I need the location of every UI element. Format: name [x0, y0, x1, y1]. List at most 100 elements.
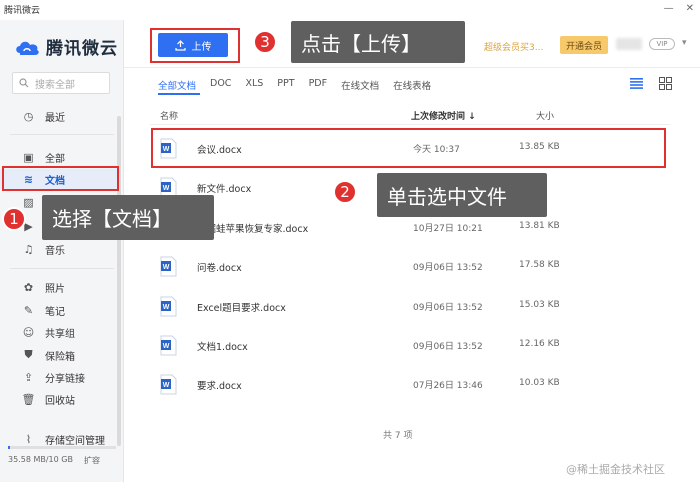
svg-text:W: W — [163, 343, 170, 350]
sidebar-item-all[interactable]: ▣ 全部 — [0, 147, 118, 167]
file-name: 新文件.docx — [197, 184, 252, 195]
file-name: 文档1.docx — [197, 342, 248, 353]
sidebar-item-label: 回收站 — [45, 395, 75, 407]
open-vip-button[interactable]: 开通会员 — [560, 36, 608, 54]
broom-icon: ⌇ — [25, 432, 32, 446]
svg-text:W: W — [163, 264, 170, 271]
share-link-icon: ⇪ — [23, 370, 34, 384]
watermark: @稀土掘金技术社区 — [566, 463, 665, 476]
header-divider — [150, 124, 670, 125]
svg-text:W: W — [163, 185, 170, 192]
callout-step2: 单击选中文件 — [377, 173, 547, 217]
expand-storage-link[interactable]: 扩容 — [84, 455, 100, 466]
column-header-modified[interactable]: 上次修改时间 ↓ — [411, 109, 476, 122]
sidebar-item-share-links[interactable]: ⇪ 分享链接 — [0, 367, 118, 387]
file-size: 17.58 KB — [519, 260, 560, 270]
word-doc-icon: W — [160, 256, 177, 277]
tab-online-docs[interactable]: 在线文档 — [341, 78, 379, 92]
sidebar-item-label: 最近 — [45, 112, 65, 124]
username[interactable] — [616, 38, 642, 50]
trash-icon: 🗑 — [21, 392, 36, 406]
window-title: 腾讯微云 — [4, 6, 41, 16]
minimize-icon[interactable]: — — [664, 3, 674, 14]
svg-text:W: W — [163, 304, 170, 311]
column-header-size[interactable]: 大小 — [536, 109, 554, 122]
window-controls: — ✕ — [664, 3, 694, 14]
callout-step3: 点击【上传】 — [291, 21, 465, 63]
sidebar-item-music[interactable]: ♫ 音乐 — [0, 239, 118, 259]
photo-icon: ✿ — [23, 280, 34, 294]
table-row[interactable]: W Excel题目要求.docx 09月06日 13:52 15.03 KB — [150, 288, 670, 327]
callout-step1: 选择【文档】 — [42, 195, 214, 240]
doc-type-tabs: 全部文档 DOC XLS PPT PDF 在线文档 在线表格 — [158, 78, 431, 92]
tab-all-docs[interactable]: 全部文档 — [158, 78, 196, 92]
upgrade-promo-link[interactable]: 超级会员买3... — [484, 40, 543, 53]
storage-usage: 35.58 MB/10 GB — [8, 455, 73, 464]
file-size: 10.03 KB — [519, 378, 560, 388]
sidebar-divider — [10, 268, 114, 269]
sidebar-item-label: 共享组 — [45, 328, 75, 340]
word-doc-icon: W — [160, 296, 177, 317]
file-name: 要求.docx — [197, 381, 242, 392]
file-modified: 07月26日 13:46 — [413, 381, 483, 391]
sidebar: 腾讯微云 搜索全部 ◷ 最近 ▣ 全部 ≋ 文档 ▨ 图片 ▶ 视频 ♫ 音乐 … — [0, 20, 124, 482]
vip-badge-text: VIP — [656, 40, 668, 48]
word-doc-icon: W — [160, 335, 177, 356]
note-icon: ✎ — [23, 303, 34, 317]
column-header-name[interactable]: 名称 — [160, 109, 178, 122]
sidebar-item-label: 保险箱 — [45, 351, 75, 363]
item-count: 共 7 项 — [383, 431, 413, 441]
title-bar: 腾讯微云 — ✕ — [0, 0, 700, 20]
sidebar-item-recent[interactable]: ◷ 最近 — [0, 106, 118, 126]
step-badge-3: 3 — [253, 30, 277, 54]
search-input[interactable]: 搜索全部 — [12, 72, 110, 94]
all-files-icon: ▣ — [23, 150, 34, 164]
shield-icon: ⛊ — [24, 348, 33, 361]
group-icon: ☺ — [22, 325, 35, 339]
file-modified: 09月06日 13:52 — [413, 263, 483, 273]
file-modified: 09月06日 13:52 — [413, 303, 483, 313]
sidebar-item-label: 音乐 — [45, 245, 65, 257]
sidebar-item-photos[interactable]: ✿ 照片 — [0, 277, 118, 297]
cloud-logo-icon — [16, 41, 39, 55]
tab-pdf[interactable]: PDF — [309, 78, 328, 92]
active-tab-indicator — [158, 93, 200, 95]
file-name: 问卷.docx — [197, 263, 242, 274]
step-badge-2: 2 — [333, 180, 357, 204]
vip-badge: VIP — [649, 38, 675, 50]
tab-doc[interactable]: DOC — [210, 78, 231, 92]
file-modified: 10月27日 10:21 — [413, 224, 483, 234]
file-size: 13.81 KB — [519, 221, 560, 231]
app-logo: 腾讯微云 — [14, 34, 118, 59]
sidebar-item-label: 全部 — [45, 153, 65, 165]
svg-text:W: W — [163, 382, 170, 389]
list-view-icon[interactable] — [630, 78, 643, 89]
tab-online-sheets[interactable]: 在线表格 — [393, 78, 431, 92]
logo-text: 腾讯微云 — [46, 39, 118, 59]
file-size: 15.03 KB — [519, 300, 560, 310]
chevron-down-icon[interactable]: ▾ — [682, 38, 687, 48]
grid-view-icon[interactable] — [659, 77, 672, 90]
table-row[interactable]: W 问卷.docx 09月06日 13:52 17.58 KB — [150, 248, 670, 287]
image-icon: ▨ — [23, 195, 34, 209]
file-size: 12.16 KB — [519, 339, 560, 349]
sidebar-divider — [10, 134, 114, 135]
sidebar-item-recycle-bin[interactable]: 🗑 回收站 — [0, 389, 118, 409]
table-row[interactable]: W 要求.docx 07月26日 13:46 10.03 KB — [150, 366, 670, 405]
storage-progress-fill — [8, 446, 10, 449]
clock-icon: ◷ — [23, 109, 34, 123]
storage-progress-bar — [8, 446, 116, 449]
close-icon[interactable]: ✕ — [686, 3, 694, 14]
tab-ppt[interactable]: PPT — [277, 78, 294, 92]
tab-xls[interactable]: XLS — [245, 78, 263, 92]
annotation-box-upload — [150, 28, 240, 63]
file-modified: 09月06日 13:52 — [413, 342, 483, 352]
step-badge-1: 1 — [2, 207, 26, 231]
search-placeholder: 搜索全部 — [35, 79, 75, 91]
sidebar-item-notes[interactable]: ✎ 笔记 — [0, 300, 118, 320]
sidebar-item-safe[interactable]: ⛊ 保险箱 — [0, 345, 118, 365]
sidebar-item-share-group[interactable]: ☺ 共享组 — [0, 322, 118, 342]
search-icon — [19, 78, 29, 88]
table-row[interactable]: W 文档1.docx 09月06日 13:52 12.16 KB — [150, 327, 670, 366]
sidebar-item-label: 照片 — [45, 283, 65, 295]
